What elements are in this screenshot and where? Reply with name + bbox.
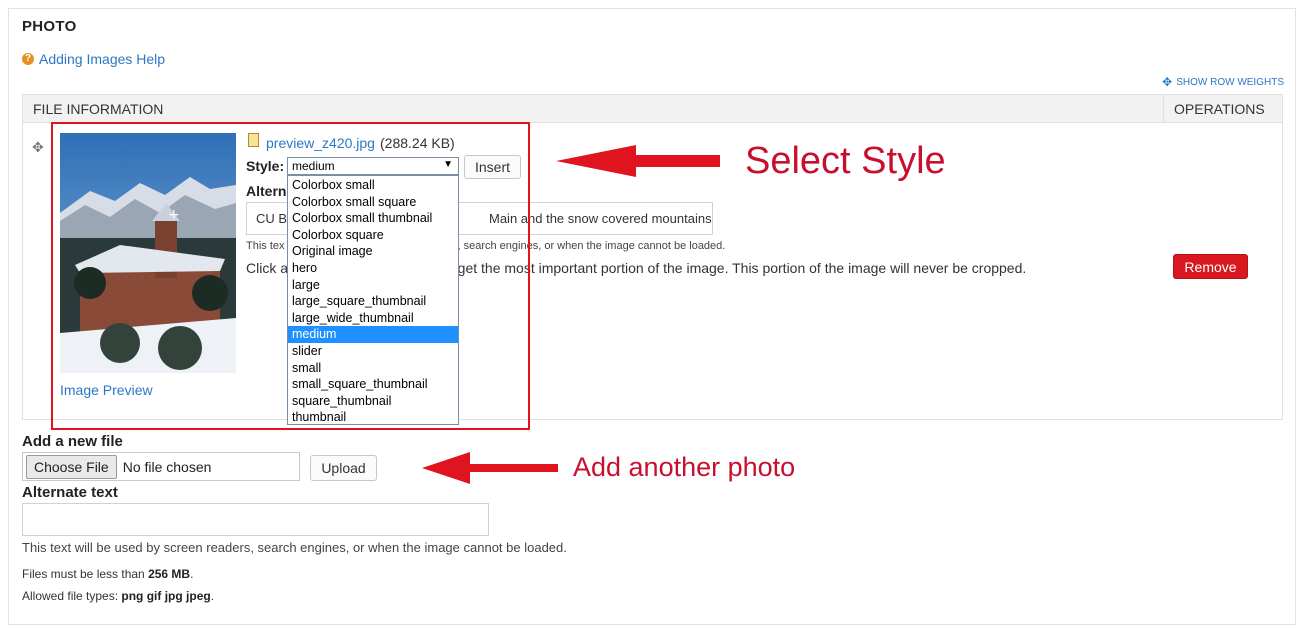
types-value: png gif jpg jpeg — [121, 589, 211, 603]
size-suffix: . — [190, 567, 194, 581]
style-option[interactable]: slider — [288, 343, 458, 360]
annotation-add-another-photo: Add another photo — [573, 452, 796, 482]
style-option-selected[interactable]: medium — [288, 326, 458, 343]
style-option[interactable]: small_square_thumbnail — [288, 376, 458, 393]
focus-hint-right: rget the most important portion of the i… — [453, 260, 1027, 276]
remove-button[interactable]: Remove — [1173, 254, 1248, 279]
style-option[interactable]: Colorbox small square — [288, 194, 458, 211]
help-link-label: Adding Images Help — [39, 51, 166, 67]
allowed-file-types-note: Allowed file types: png gif jpg jpeg. — [22, 589, 214, 603]
column-header-file-information: FILE INFORMATION — [33, 101, 164, 117]
question-icon: ? — [22, 53, 34, 65]
style-dropdown-list[interactable]: Colorbox small Colorbox small square Col… — [287, 175, 459, 425]
style-option[interactable]: Colorbox small thumbnail — [288, 210, 458, 227]
help-link[interactable]: ? Adding Images Help — [22, 51, 165, 67]
no-file-chosen-text: No file chosen — [122, 458, 212, 475]
alt-input-value-visible-left: CU B — [256, 211, 288, 226]
annotation-arrow-left-icon — [422, 452, 558, 484]
style-option[interactable]: Colorbox square — [288, 227, 458, 244]
file-size-limit-note: Files must be less than 256 MB. — [22, 567, 193, 581]
style-label: Style: — [246, 158, 285, 174]
style-select[interactable]: medium ▼ — [287, 157, 459, 175]
show-row-weights-link[interactable]: ✥ SHOW ROW WEIGHTS — [1162, 75, 1284, 89]
style-option[interactable]: hero — [288, 260, 458, 277]
alt-input-value-visible-right: Main and the snow covered mountains — [489, 211, 712, 226]
column-divider — [1163, 95, 1164, 122]
annotation-arrow-left-icon — [556, 145, 720, 177]
types-prefix: Allowed file types: — [22, 589, 119, 603]
upload-button[interactable]: Upload — [310, 455, 377, 481]
annotation-select-style: Select Style — [745, 140, 946, 182]
drag-handle-icon[interactable]: ✥ — [32, 139, 44, 156]
style-option[interactable]: large — [288, 277, 458, 294]
style-select-value: medium — [292, 159, 335, 173]
types-suffix: . — [210, 589, 215, 603]
alternate-text-hint: This tex s, search engines, or when the … — [246, 240, 725, 252]
style-option[interactable]: large_wide_thumbnail — [288, 310, 458, 327]
focus-area-hint: Click a rget the most important portion … — [246, 260, 1026, 276]
svg-text:+: + — [168, 207, 180, 223]
choose-file-button[interactable]: Choose File — [26, 454, 117, 479]
insert-button[interactable]: Insert — [464, 155, 521, 179]
column-header-operations: OPERATIONS — [1174, 101, 1265, 117]
new-alternate-text-hint: This text will be used by screen readers… — [22, 540, 567, 555]
size-prefix: Files must be less than — [22, 567, 145, 581]
file-name-link[interactable]: preview_z420.jpg — [266, 135, 375, 151]
style-option[interactable]: Colorbox small — [288, 177, 458, 194]
alternate-text-label: Altern — [246, 183, 287, 199]
image-preview-link[interactable]: Image Preview — [60, 382, 153, 398]
style-option[interactable]: small — [288, 360, 458, 377]
new-alternate-text-input[interactable] — [22, 503, 489, 536]
style-option[interactable]: square_thumbnail — [288, 393, 458, 410]
table-header — [22, 94, 1283, 123]
image-file-icon — [248, 133, 259, 147]
focus-hint-left: Click a — [246, 260, 289, 276]
alt-hint-left: This tex — [246, 240, 285, 252]
dropdown-caret-icon: ▼ — [443, 159, 453, 170]
style-option[interactable]: thumbnail — [288, 409, 458, 426]
file-size: (288.24 KB) — [380, 135, 455, 151]
move-arrows-icon: ✥ — [1162, 75, 1173, 89]
new-alternate-text-label: Alternate text — [22, 484, 118, 501]
file-chooser-field[interactable]: Choose File No file chosen — [22, 452, 300, 481]
style-option[interactable]: Original image — [288, 243, 458, 260]
alt-hint-right: s, search engines, or when the image can… — [452, 240, 726, 252]
preview-thumbnail-image: + — [60, 133, 236, 373]
row-weights-label: SHOW ROW WEIGHTS — [1176, 76, 1284, 88]
style-option[interactable]: large_square_thumbnail — [288, 293, 458, 310]
section-title: PHOTO — [22, 18, 77, 35]
add-new-file-label: Add a new file — [22, 433, 123, 450]
size-value: 256 MB — [148, 567, 191, 581]
